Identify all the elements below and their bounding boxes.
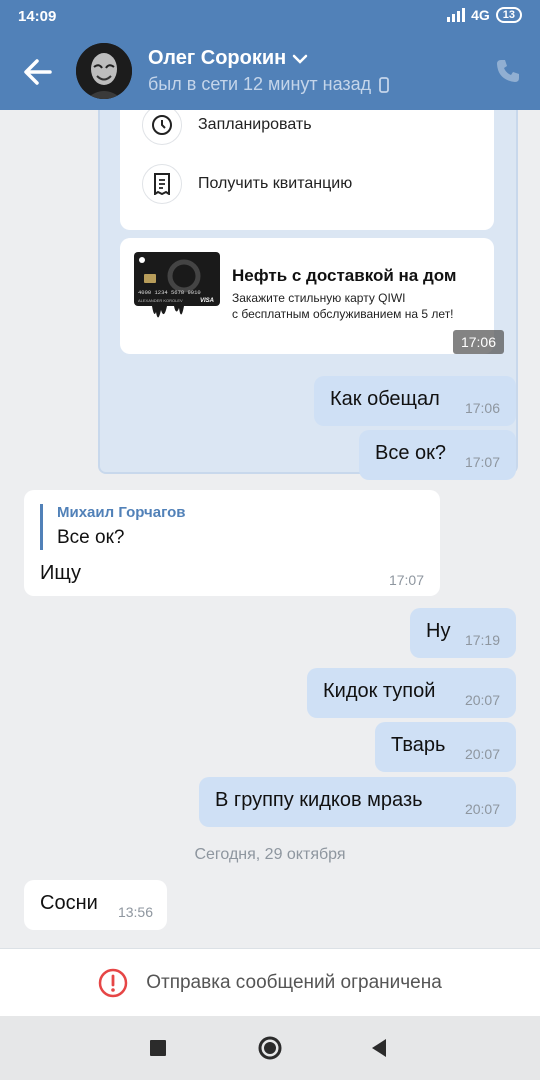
reply-author: Михаил Горчагов	[57, 504, 186, 521]
message-bubble-out[interactable]: Кидок тупой 20:07	[307, 668, 516, 718]
receipt-action[interactable]: Получить квитанцию	[142, 163, 352, 205]
mobile-icon	[379, 76, 390, 93]
message-bubble-out[interactable]: В группу кидков мразь 20:07	[199, 777, 516, 827]
recent-apps-icon[interactable]	[149, 1039, 167, 1057]
battery-icon: 13	[495, 7, 522, 23]
reply-quote[interactable]: Михаил Горчагов Все ок?	[40, 504, 186, 550]
back-triangle-icon[interactable]	[370, 1038, 388, 1058]
message-text: Ну	[426, 620, 451, 642]
schedule-action[interactable]: Запланировать	[142, 110, 312, 146]
back-arrow-icon[interactable]	[18, 52, 58, 92]
home-icon[interactable]	[257, 1035, 283, 1061]
message-time: 20:07	[464, 801, 500, 817]
system-navbar	[0, 1016, 540, 1080]
restriction-text: Отправка сообщений ограничена	[146, 971, 442, 993]
contact-name[interactable]: Олег Сорокин	[148, 47, 308, 70]
network-type: 4G	[471, 7, 490, 23]
chat-header: 14:09 4G 13 Олег Сорокин был в сети 12 м…	[0, 0, 540, 110]
avatar[interactable]	[76, 43, 132, 99]
warning-icon	[98, 968, 128, 997]
message-time: 17:19	[464, 632, 500, 648]
message-text: Ищу	[40, 562, 82, 584]
message-bubble-in[interactable]: Сосни 13:56	[24, 880, 167, 930]
phone-icon[interactable]	[494, 57, 522, 85]
last-seen-text: был в сети 12 минут назад	[148, 74, 372, 94]
contact-name-text: Олег Сорокин	[148, 47, 287, 69]
promo-line-2: с бесплатным обслуживанием на 5 лет!	[232, 307, 454, 321]
message-list[interactable]: Запланировать Получить квитанцию 4000 12…	[0, 110, 540, 948]
message-text: В группу кидков мразь	[215, 789, 423, 811]
payment-actions: Запланировать Получить квитанцию	[120, 110, 494, 230]
message-text: Кидок тупой	[323, 680, 436, 702]
message-text: Как обещал	[330, 388, 440, 410]
restriction-notice: Отправка сообщений ограничена	[0, 948, 540, 1016]
status-indicators: 4G 13	[447, 7, 522, 23]
message-time: 20:07	[464, 692, 500, 708]
svg-text:4000 1234 5678 9010: 4000 1234 5678 9010	[138, 289, 201, 296]
svg-text:VISA: VISA	[200, 298, 214, 304]
receipt-label: Получить квитанцию	[198, 175, 353, 192]
message-time: 17:07	[388, 572, 424, 588]
schedule-label: Запланировать	[198, 116, 312, 133]
status-bar: 14:09 4G 13	[0, 0, 540, 34]
qiwi-card-image: 4000 1234 5678 9010 ALEXANDER KOROLEV VI…	[134, 252, 220, 318]
message-text: Сосни	[40, 892, 98, 914]
battery-level: 13	[502, 9, 515, 21]
date-separator: Сегодня, 29 октября	[194, 846, 346, 863]
promo-title: Нефть с доставкой на дом	[232, 266, 457, 285]
message-bubble-out[interactable]: Ну 17:19	[410, 608, 516, 658]
receipt-icon	[142, 164, 182, 204]
svg-text:ALEXANDER KOROLEV: ALEXANDER KOROLEV	[138, 298, 183, 303]
message-time: 13:56	[117, 904, 153, 920]
message-text: Тварь	[391, 734, 446, 756]
signal-icon	[447, 8, 466, 22]
promo-line-1: Закажите стильную карту QIWI	[232, 291, 406, 305]
message-time: 17:06	[464, 400, 500, 416]
message-text: Все ок?	[375, 442, 447, 464]
contact-status: был в сети 12 минут назад	[148, 74, 390, 95]
message-bubble-out[interactable]: Тварь 20:07	[375, 722, 516, 772]
message-bubble-in[interactable]: Михаил Горчагов Все ок? Ищу 17:07	[24, 490, 440, 596]
chevron-down-icon	[292, 54, 308, 64]
promo-banner[interactable]: 4000 1234 5678 9010 ALEXANDER KOROLEV VI…	[120, 238, 494, 354]
message-bubble-out[interactable]: Как обещал 17:06	[314, 376, 516, 426]
message-time: 17:07	[464, 454, 500, 470]
promo-text: Закажите стильную карту QIWI с бесплатны…	[232, 290, 492, 322]
message-time: 17:06	[452, 330, 504, 354]
clock-icon	[142, 110, 182, 145]
reply-text: Все ок?	[57, 527, 125, 548]
message-bubble-out[interactable]: Все ок? 17:07	[359, 430, 516, 480]
message-time: 20:07	[464, 746, 500, 762]
clock: 14:09	[18, 8, 57, 25]
